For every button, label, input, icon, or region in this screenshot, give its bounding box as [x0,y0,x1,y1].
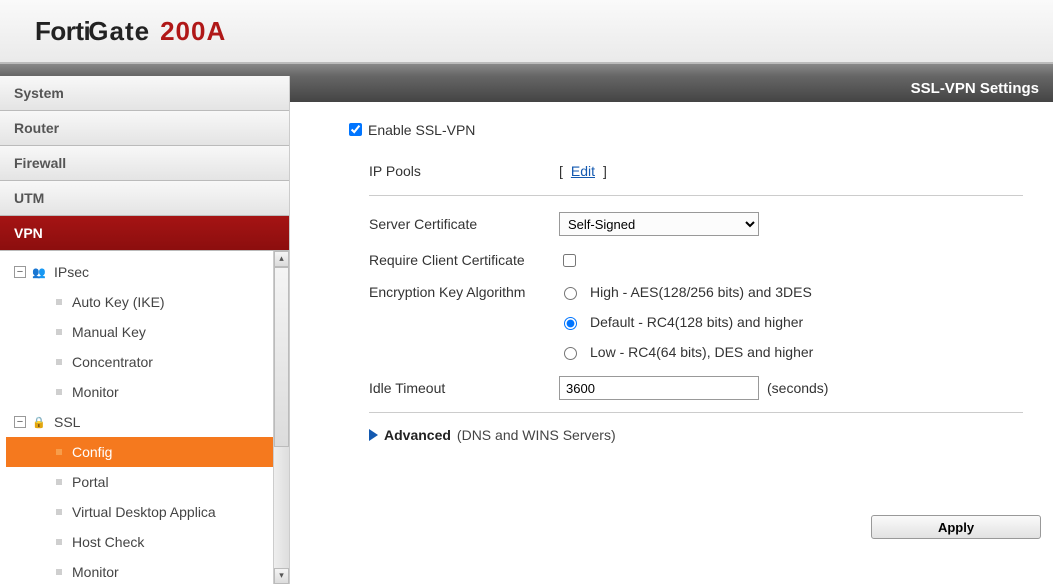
server-cert-label: Server Certificate [369,216,559,232]
enable-sslvpn-label: Enable SSL-VPN [368,122,475,138]
separator [369,412,1023,413]
sidebar: SystemRouterFirewallUTMVPN − IPsec Auto … [0,76,290,584]
bullet-icon [56,569,62,575]
advanced-toggle[interactable]: Advanced (DNS and WINS Servers) [345,427,1033,443]
advanced-label: Advanced [384,427,451,443]
collapse-icon[interactable]: − [14,416,26,428]
encryption-radio-default[interactable] [564,317,577,330]
bullet-icon [56,509,62,515]
tree-item-ipsec-concentrator[interactable]: Concentrator [6,347,273,377]
idle-timeout-unit: (seconds) [767,380,828,396]
encryption-radio-high[interactable] [564,287,577,300]
bullet-icon [56,329,62,335]
encryption-option-low[interactable]: Low - RC4(64 bits), DES and higher [559,344,813,360]
group-icon [30,264,48,280]
bullet-icon [56,359,62,365]
bullet-icon [56,479,62,485]
encryption-option-high[interactable]: High - AES(128/256 bits) and 3DES [559,284,813,300]
tree-item-ipsec-monitor[interactable]: Monitor [6,377,273,407]
advanced-suffix: (DNS and WINS Servers) [457,427,616,443]
require-client-cert-checkbox[interactable] [563,254,576,267]
brand-prefix: Forti [35,16,90,47]
enable-sslvpn-checkbox[interactable] [349,123,362,136]
encryption-algo-label: Encryption Key Algorithm [369,278,559,300]
nav-section-router[interactable]: Router [0,111,289,146]
collapse-icon[interactable]: − [14,266,26,278]
main-content: SSL-VPN Settings Enable SSL-VPN IP Pools… [290,76,1053,584]
app-header: Forti Gate 200A [0,0,1053,64]
encryption-radio-low[interactable] [564,347,577,360]
tree-node-ipsec[interactable]: − IPsec [6,257,273,287]
apply-button[interactable]: Apply [871,515,1041,539]
nav-section-firewall[interactable]: Firewall [0,146,289,181]
tree-item-ssl-portal[interactable]: Portal [6,467,273,497]
lock-icon [30,414,48,430]
tree-item-ipsec-manual-key[interactable]: Manual Key [6,317,273,347]
bullet-icon [56,449,62,455]
nav-tree: − IPsec Auto Key (IKE)Manual KeyConcentr… [0,251,273,584]
tree-item-ipsec-auto-key-ike-[interactable]: Auto Key (IKE) [6,287,273,317]
ip-pools-edit-link[interactable]: Edit [571,163,595,179]
server-cert-select[interactable]: Self-Signed [559,212,759,236]
expand-right-icon [369,429,378,441]
scroll-thumb[interactable] [274,267,289,447]
page-title: SSL-VPN Settings [290,76,1053,102]
nav-section-vpn[interactable]: VPN [0,216,289,251]
tree-item-ssl-config[interactable]: Config [6,437,273,467]
tree-item-ssl-host-check[interactable]: Host Check [6,527,273,557]
idle-timeout-label: Idle Timeout [369,380,559,396]
tree-scrollbar[interactable]: ▴ ▾ [273,251,289,584]
nav-section-system[interactable]: System [0,76,289,111]
scroll-up-button[interactable]: ▴ [274,251,289,267]
encryption-option-default[interactable]: Default - RC4(128 bits) and higher [559,314,813,330]
bullet-icon [56,389,62,395]
nav-section-utm[interactable]: UTM [0,181,289,216]
encryption-radio-group: High - AES(128/256 bits) and 3DES Default… [559,278,813,360]
separator [369,195,1023,196]
scroll-down-button[interactable]: ▾ [274,568,289,584]
tree-node-ssl[interactable]: − SSL [6,407,273,437]
brand-model: 200A [160,16,226,47]
header-divider [0,64,1053,76]
ip-pools-label: IP Pools [369,163,559,179]
idle-timeout-input[interactable] [559,376,759,400]
tree-item-ssl-monitor[interactable]: Monitor [6,557,273,584]
require-client-cert-label: Require Client Certificate [369,252,559,268]
bullet-icon [56,299,62,305]
tree-item-ssl-virtual-desktop-applica[interactable]: Virtual Desktop Applica [6,497,273,527]
bullet-icon [56,539,62,545]
brand-suffix: Gate [88,16,150,47]
